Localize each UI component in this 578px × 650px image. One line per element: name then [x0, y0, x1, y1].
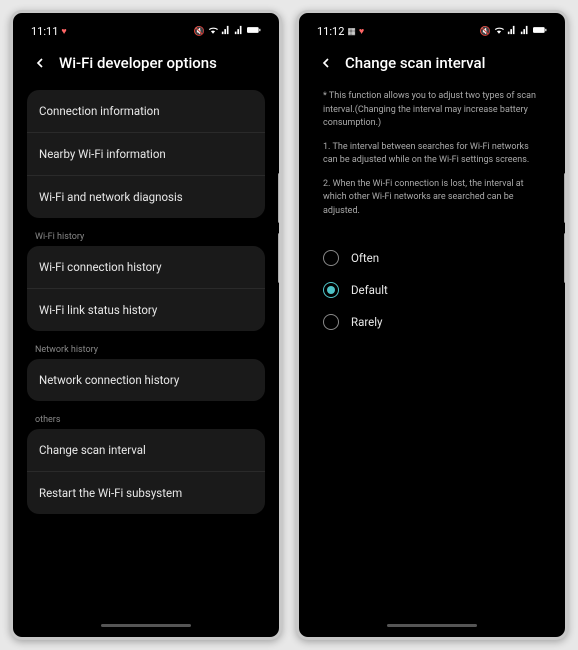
wifi-icon	[494, 25, 504, 38]
heart-icon: ♥	[61, 26, 66, 37]
back-button[interactable]	[317, 54, 335, 72]
status-bar: 11:11 ♥ 🔇	[17, 17, 275, 42]
section-label-others: others	[27, 409, 265, 429]
page-header: Wi-Fi developer options	[17, 42, 275, 90]
status-icons: 🔇	[480, 25, 547, 38]
status-time: 11:11	[31, 25, 58, 38]
sound-icon: 🔇	[194, 27, 205, 37]
side-button	[278, 173, 281, 223]
phone-left: 11:11 ♥ 🔇	[10, 10, 282, 640]
heart-icon: ♥	[359, 26, 364, 37]
signal-icon-2	[520, 25, 530, 38]
back-button[interactable]	[31, 54, 49, 72]
radio-dot-icon	[327, 286, 335, 294]
phone-right: 11:12 ▦ ♥ 🔇	[296, 10, 568, 640]
radio-option-default[interactable]: Default	[323, 274, 541, 306]
battery-icon	[533, 25, 547, 38]
battery-icon	[247, 25, 261, 38]
sound-icon: 🔇	[480, 27, 491, 37]
radio-icon	[323, 250, 339, 266]
item-wifi-link-status-history[interactable]: Wi-Fi link status history	[27, 289, 265, 331]
list-group: Connection information Nearby Wi-Fi info…	[27, 90, 265, 218]
item-connection-information[interactable]: Connection information	[27, 90, 265, 133]
status-time: 11:12	[317, 25, 344, 38]
wifi-icon	[208, 25, 218, 38]
item-restart-wifi-subsystem[interactable]: Restart the Wi-Fi subsystem	[27, 472, 265, 514]
signal-icon	[507, 25, 517, 38]
signal-icon-2	[234, 25, 244, 38]
content-scroll[interactable]: * This function allows you to adjust two…	[303, 90, 561, 624]
page-title: Wi-Fi developer options	[59, 54, 217, 72]
radio-group-scan-interval: Often Default Rarely	[313, 238, 551, 342]
home-indicator[interactable]	[387, 624, 477, 627]
radio-option-rarely[interactable]: Rarely	[323, 306, 541, 338]
item-nearby-wifi-information[interactable]: Nearby Wi-Fi information	[27, 133, 265, 176]
gallery-icon: ▦	[347, 27, 356, 37]
item-change-scan-interval[interactable]: Change scan interval	[27, 429, 265, 472]
radio-label: Default	[351, 283, 388, 297]
item-wifi-connection-history[interactable]: Wi-Fi connection history	[27, 246, 265, 289]
info-paragraph: * This function allows you to adjust two…	[323, 90, 541, 131]
status-bar: 11:12 ▦ ♥ 🔇	[303, 17, 561, 42]
info-text: * This function allows you to adjust two…	[313, 90, 551, 238]
list-group: Network connection history	[27, 359, 265, 401]
section-label-wifi-history: Wi-Fi history	[27, 226, 265, 246]
page-header: Change scan interval	[303, 42, 561, 90]
radio-icon-selected	[323, 282, 339, 298]
info-paragraph: 2. When the Wi-Fi connection is lost, th…	[323, 178, 541, 219]
section-label-network-history: Network history	[27, 339, 265, 359]
side-button	[564, 233, 567, 283]
radio-label: Often	[351, 251, 379, 265]
home-indicator[interactable]	[101, 624, 191, 627]
list-group: Change scan interval Restart the Wi-Fi s…	[27, 429, 265, 514]
side-button	[564, 173, 567, 223]
page-title: Change scan interval	[345, 54, 485, 72]
status-icons: 🔇	[194, 25, 261, 38]
radio-label: Rarely	[351, 315, 382, 329]
info-paragraph: 1. The interval between searches for Wi-…	[323, 141, 541, 168]
list-group: Wi-Fi connection history Wi-Fi link stat…	[27, 246, 265, 331]
content-scroll[interactable]: Connection information Nearby Wi-Fi info…	[17, 90, 275, 624]
radio-option-often[interactable]: Often	[323, 242, 541, 274]
signal-icon	[221, 25, 231, 38]
radio-icon	[323, 314, 339, 330]
item-network-connection-history[interactable]: Network connection history	[27, 359, 265, 401]
side-button	[278, 233, 281, 283]
item-wifi-network-diagnosis[interactable]: Wi-Fi and network diagnosis	[27, 176, 265, 218]
